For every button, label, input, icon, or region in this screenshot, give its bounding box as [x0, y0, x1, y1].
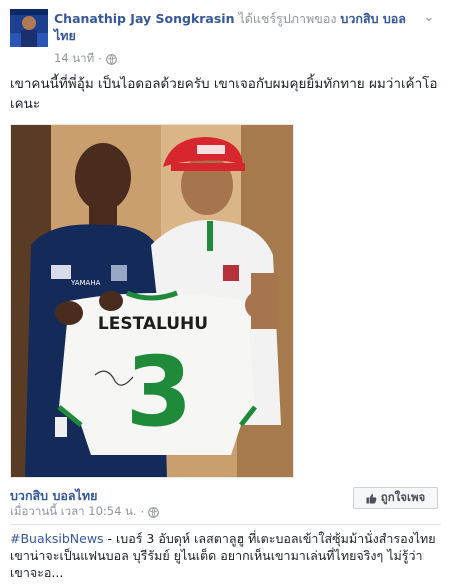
thumbs-up-icon: [366, 493, 377, 504]
author-name[interactable]: Chanathip Jay Songkrasin: [54, 11, 234, 26]
post-caption: เขาคนนี้ที่พี่อุ้ม เป็นไอดอลด้วยครับ เขา…: [10, 76, 438, 112]
jersey-number: 3: [126, 336, 193, 448]
post-time[interactable]: 14 นาที: [54, 50, 94, 68]
meta-separator: ·: [140, 505, 145, 519]
globe-icon: [106, 53, 117, 65]
shared-post-time[interactable]: เมื่อวานนี้ เวลา 10:54 น.: [10, 503, 137, 521]
divider: [10, 524, 441, 525]
facebook-post: Chanathip Jay Songkrasin ได้แชร์รูปภาพขอ…: [0, 0, 449, 586]
meta-separator: ·: [98, 52, 102, 66]
like-page-label: ถูกใจเพจ: [380, 490, 426, 504]
post-meta: 14 นาที ·: [54, 50, 117, 68]
like-page-button[interactable]: ถูกใจเพจ: [353, 487, 438, 509]
jersey-name: LESTALUHU: [98, 314, 208, 334]
shared-post-meta: เมื่อวานนี้ เวลา 10:54 น. ·: [10, 503, 160, 521]
globe-icon: [148, 506, 160, 518]
avatar[interactable]: [10, 9, 48, 47]
shared-text: ได้แชร์รูปภาพของ: [238, 11, 337, 26]
chevron-down-icon[interactable]: ⌄: [421, 10, 437, 25]
post-photo[interactable]: LESTALUHU 3 YAMAHA: [10, 124, 294, 478]
sponsor-text: YAMAHA: [70, 279, 101, 287]
post-header: Chanathip Jay Songkrasin ได้แชร์รูปภาพขอ…: [54, 10, 414, 44]
shared-post-body: #BuaksibNews - เบอร์ 3 อับดุห์ เลสตาลูฮู…: [10, 530, 440, 581]
hashtag-link[interactable]: #BuaksibNews: [10, 531, 104, 546]
